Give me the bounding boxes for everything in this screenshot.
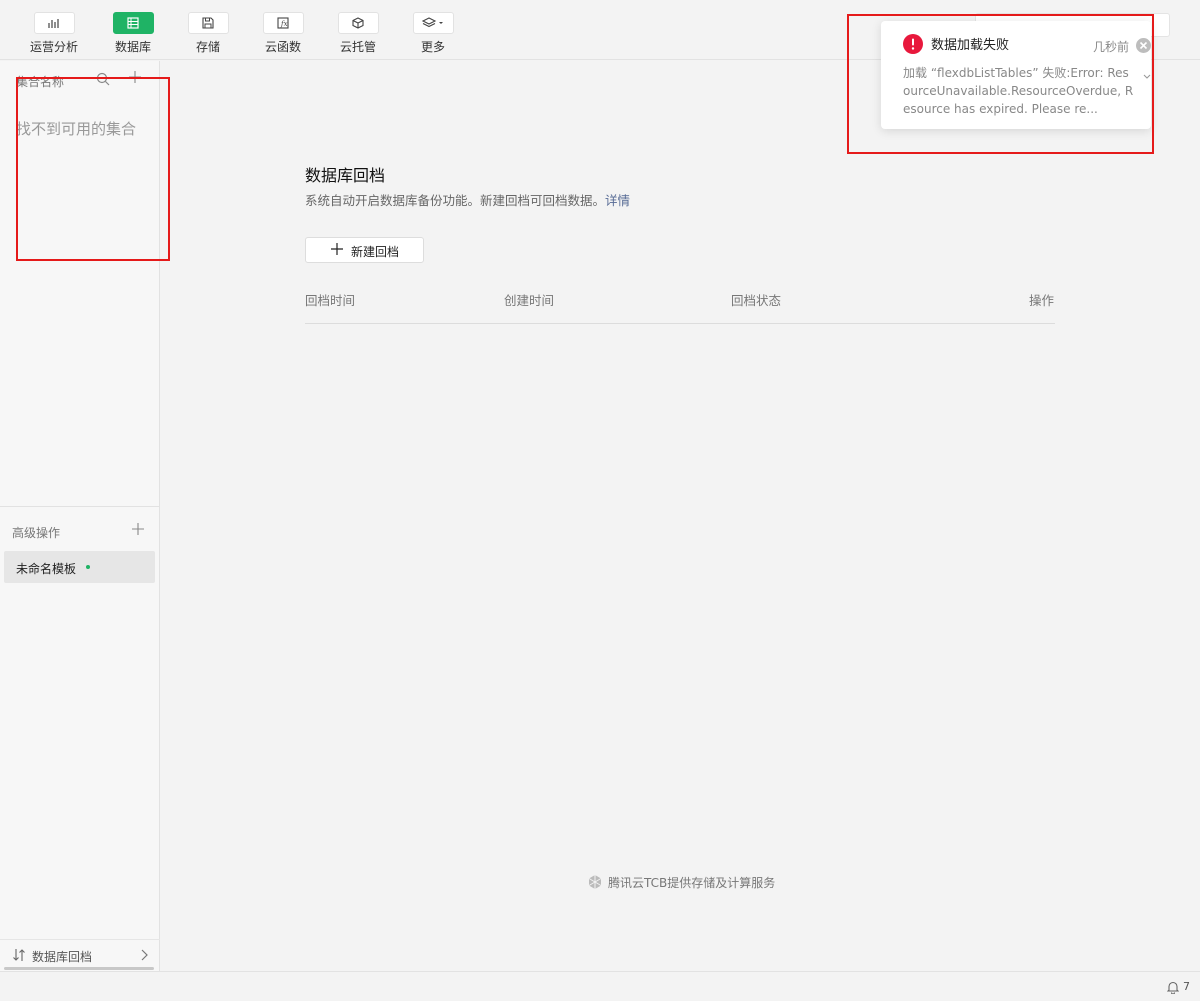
notification-message: 加载 “flexdbListTables” 失败:Error: Resource… xyxy=(903,66,1134,116)
toolbar-more[interactable]: 更多 xyxy=(398,12,468,55)
toolbar-more-label: 更多 xyxy=(420,40,445,54)
toolbar-functions[interactable]: fx 云函数 xyxy=(248,12,318,55)
plus-icon xyxy=(331,243,343,258)
empty-collections-message: 找不到可用的集合 xyxy=(16,120,137,138)
new-rollback-button-label: 新建回档 xyxy=(351,245,400,259)
notification-title: 数据加载失败 xyxy=(931,38,1010,53)
toolbar-storage[interactable]: 存储 xyxy=(173,12,243,55)
column-header-actions: 操作 xyxy=(1029,293,1055,308)
table-icon xyxy=(112,12,154,34)
collection-sidebar: 集合名称 找不到可用的集合 高级操作 未命名模板 数据库回档 xyxy=(0,61,160,971)
table-header-divider xyxy=(305,323,1055,324)
template-item[interactable]: 未命名模板 xyxy=(4,551,155,583)
status-bar: 7 xyxy=(0,971,1200,1001)
chevron-down-icon[interactable] xyxy=(1143,69,1151,83)
details-link[interactable]: 详情 xyxy=(605,193,630,208)
description-text: 系统自动开启数据库备份功能。新建回档可回档数据。 xyxy=(305,193,606,208)
toolbar-database[interactable]: 数据库 xyxy=(98,12,168,55)
new-rollback-button[interactable]: 新建回档 xyxy=(305,237,424,263)
chevron-right-icon xyxy=(140,949,148,964)
save-icon xyxy=(187,12,229,34)
status-dot xyxy=(86,565,90,569)
error-notification: 数据加载失败 几秒前 加载 “flexdbListTables” 失败:Erro… xyxy=(881,21,1151,129)
tencent-cloud-logo-icon xyxy=(587,874,603,893)
notification-time: 几秒前 xyxy=(1093,40,1130,54)
page-description: 系统自动开启数据库备份功能。新建回档可回档数据。详情 xyxy=(305,190,630,209)
notification-count: 7 xyxy=(1183,980,1190,993)
sort-icon xyxy=(12,948,26,965)
column-header-rollback-time: 回档时间 xyxy=(305,293,356,308)
toolbar-cloud-hosting[interactable]: 云托管 xyxy=(323,12,393,55)
template-item-label: 未命名模板 xyxy=(16,562,77,576)
toolbar-database-label: 数据库 xyxy=(114,40,151,54)
toolbar-functions-label: 云函数 xyxy=(264,40,301,54)
toolbar-analytics-label: 运营分析 xyxy=(29,40,78,54)
error-icon xyxy=(903,34,923,57)
footer-credit: 腾讯云TCB提供存储及计算服务 xyxy=(587,874,775,893)
bar-chart-icon xyxy=(33,12,75,34)
column-header-status: 回档状态 xyxy=(731,293,782,308)
toolbar-analytics[interactable]: 运营分析 xyxy=(19,12,89,55)
footer-text: 腾讯云TCB提供存储及计算服务 xyxy=(608,876,776,890)
svg-text:fx: fx xyxy=(280,20,288,28)
add-collection-icon[interactable] xyxy=(128,70,142,87)
page-title: 数据库回档 xyxy=(305,166,386,185)
db-rollback-link-label: 数据库回档 xyxy=(32,950,93,964)
function-icon: fx xyxy=(262,12,304,34)
sidebar-scrollbar[interactable] xyxy=(4,967,154,970)
collections-header: 集合名称 xyxy=(16,75,65,89)
sidebar-divider xyxy=(0,506,160,507)
column-header-created-time: 创建时间 xyxy=(504,293,555,308)
search-icon[interactable] xyxy=(96,72,110,89)
cube-icon xyxy=(337,12,379,34)
add-template-icon[interactable] xyxy=(131,522,145,539)
advanced-operations-title: 高级操作 xyxy=(12,526,61,540)
layers-icon xyxy=(412,12,454,34)
toolbar-cloud-hosting-label: 云托管 xyxy=(339,40,376,54)
close-icon[interactable] xyxy=(1136,38,1151,56)
toolbar-storage-label: 存储 xyxy=(195,40,220,54)
bell-icon[interactable] xyxy=(1166,980,1180,997)
